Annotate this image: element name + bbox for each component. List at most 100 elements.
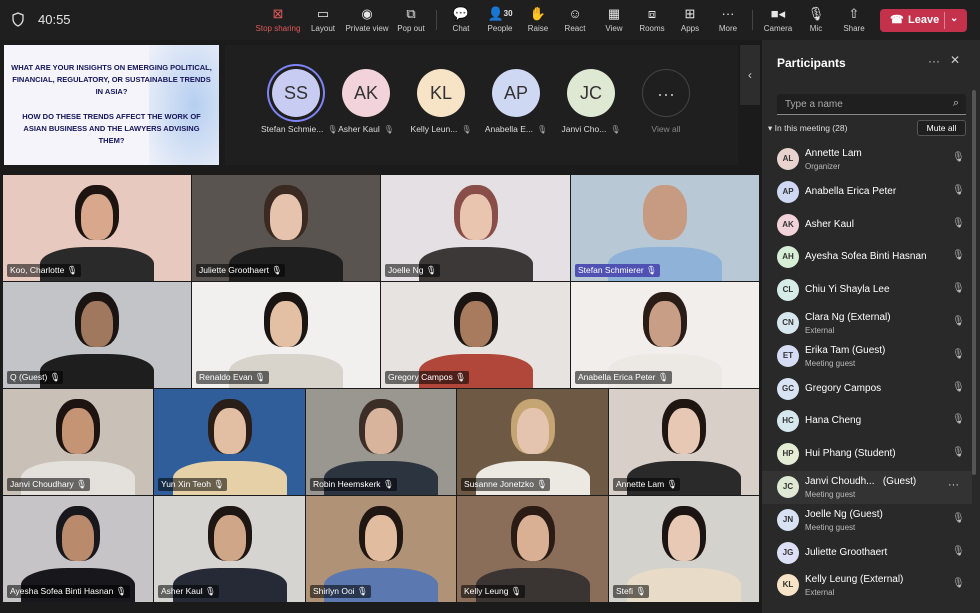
- video-tile[interactable]: Stefi 🎙: [609, 496, 759, 602]
- participant-avatar[interactable]: AK Asher Kaul 🎙: [331, 69, 401, 134]
- participant-row[interactable]: CN Clara Ng (External) External 🎙: [762, 307, 972, 340]
- mic-off-icon: 🎙: [455, 372, 466, 382]
- mic-off-icon[interactable]: 🎙: [952, 218, 965, 229]
- participant-face: [81, 194, 113, 240]
- video-tile[interactable]: Yun Xin Teoh 🎙: [154, 389, 305, 495]
- more-options-icon[interactable]: ···: [928, 54, 940, 68]
- participant-avatar[interactable]: JC Janvi Cho... 🎙: [556, 69, 626, 134]
- avatar-name: Stefan Schmie... 🎙: [261, 124, 338, 134]
- tile-name-label: Koo, Charlotte 🎙: [7, 264, 81, 277]
- participant-row[interactable]: AL Annette Lam Organizer 🎙: [762, 143, 972, 176]
- video-tile[interactable]: Stefan Schmierer 🎙: [571, 175, 759, 281]
- video-tile[interactable]: Anabella Erica Peter 🎙: [571, 282, 759, 388]
- avatar: JN: [777, 508, 799, 531]
- video-tile[interactable]: Annette Lam 🎙: [609, 389, 759, 495]
- more-options-icon[interactable]: ···: [948, 479, 959, 491]
- mic-off-icon: 🎙: [66, 265, 78, 275]
- mic-off-icon: 🎙: [666, 479, 678, 489]
- mic-off-icon: 🎙: [461, 125, 472, 134]
- participant-name: Kelly Leung (External): [805, 574, 904, 586]
- participant-row[interactable]: JN Joelle Ng (Guest) Meeting guest 🎙: [762, 504, 972, 537]
- avatar-name: Asher Kaul 🎙: [338, 124, 394, 134]
- in-meeting-toggle[interactable]: ▾ In this meeting (28): [768, 123, 847, 134]
- video-tile[interactable]: Q (Guest) 🎙: [3, 282, 191, 388]
- tile-name-label: Ayesha Sofea Binti Hasnan 🎙: [7, 585, 130, 598]
- participant-face: [668, 408, 700, 454]
- participant-row[interactable]: JG Juliette Groothaert 🎙: [762, 537, 972, 570]
- participant-row[interactable]: CL Chiu Yi Shayla Lee 🎙: [762, 274, 972, 307]
- participant-row[interactable]: HP Hui Phang (Student) 🎙: [762, 438, 972, 471]
- video-tile[interactable]: Kelly Leung 🎙: [457, 496, 608, 602]
- chevron-down-icon[interactable]: ⌄: [950, 13, 958, 24]
- participant-search-input[interactable]: [785, 97, 940, 112]
- mic-off-icon[interactable]: 🎙: [952, 447, 965, 458]
- mic-off-icon[interactable]: 🎙: [952, 349, 965, 360]
- video-tile[interactable]: Renaldo Evan 🎙: [192, 282, 380, 388]
- share-button[interactable]: ⇧ Share: [827, 6, 881, 36]
- mic-off-icon[interactable]: 🎙: [952, 152, 965, 163]
- participant-row[interactable]: ET Erika Tam (Guest) Meeting guest 🎙: [762, 340, 972, 373]
- mic-off-icon[interactable]: 🎙: [952, 283, 965, 294]
- avatar: CN: [777, 312, 799, 334]
- chevron-left-icon: ‹: [748, 68, 752, 82]
- avatar: AK: [342, 69, 390, 117]
- mic-off-icon[interactable]: 🎙: [952, 546, 965, 557]
- search-icon[interactable]: ⌕: [953, 97, 959, 110]
- participant-name: Janvi Choudh... (Guest): [805, 476, 917, 487]
- mic-off-icon[interactable]: 🎙: [952, 513, 965, 524]
- participant-row[interactable]: GC Gregory Campos 🎙: [762, 373, 972, 406]
- avatar: JG: [777, 541, 799, 564]
- mic-off-icon[interactable]: 🎙: [952, 382, 965, 393]
- close-icon[interactable]: ✕: [950, 53, 960, 67]
- avatar: ET: [777, 344, 799, 367]
- pop-out-icon: ⧉: [406, 6, 416, 21]
- mic-off-icon[interactable]: 🎙: [952, 578, 965, 589]
- participant-row[interactable]: HC Hana Cheng 🎙: [762, 405, 972, 438]
- more-button[interactable]: ··· More: [701, 6, 755, 36]
- video-tile[interactable]: Joelle Ng 🎙: [381, 175, 570, 281]
- mic-off-icon[interactable]: 🎙: [952, 414, 965, 425]
- video-tile[interactable]: Ayesha Sofea Binti Hasnan 🎙: [3, 496, 153, 602]
- video-tile[interactable]: Janvi Choudhary 🎙: [3, 389, 153, 495]
- slide-question-2: How do these trends affect the work of A…: [22, 112, 201, 145]
- mic-off-icon: 🎙: [537, 125, 548, 134]
- participant-avatar[interactable]: SS Stefan Schmie... 🎙: [261, 69, 338, 134]
- mic-off-icon: 🎙: [213, 479, 225, 489]
- video-tile[interactable]: Susanne Jonetzko 🎙: [457, 389, 608, 495]
- participant-row[interactable]: AH Ayesha Sofea Binti Hasnan 🎙: [762, 241, 972, 274]
- video-tile[interactable]: Koo, Charlotte 🎙: [3, 175, 191, 281]
- video-tile[interactable]: Asher Kaul 🎙: [154, 496, 305, 602]
- participant-row[interactable]: AK Asher Kaul 🎙: [762, 209, 972, 242]
- tile-name-label: Asher Kaul 🎙: [158, 585, 219, 598]
- avatar: JC: [777, 476, 799, 498]
- collapse-strip-button[interactable]: ‹: [740, 45, 760, 105]
- video-tile[interactable]: Robin Heemskerk 🎙: [306, 389, 456, 495]
- tile-name-label: Kelly Leung 🎙: [461, 585, 525, 598]
- participant-name: Annette Lam: [805, 148, 862, 159]
- participant-row[interactable]: KL Kelly Leung (External) External 🎙: [762, 569, 972, 602]
- participant-avatar[interactable]: AP Anabella E... 🎙: [481, 69, 551, 134]
- participant-face: [62, 408, 94, 454]
- pop-out-button[interactable]: ⧉ Pop out: [384, 6, 438, 36]
- scrollbar[interactable]: [972, 90, 976, 475]
- video-tile[interactable]: Shirlyn Ooi 🎙: [306, 496, 456, 602]
- mute-all-button[interactable]: Mute all: [917, 120, 966, 136]
- panel-title: Participants: [777, 56, 846, 70]
- participant-row[interactable]: AP Anabella Erica Peter 🎙: [762, 176, 972, 209]
- mic-off-icon[interactable]: 🎙: [952, 250, 965, 261]
- avatar-name: Anabella E... 🎙: [484, 124, 548, 134]
- participant-avatar[interactable]: KL Kelly Leun... 🎙: [406, 69, 476, 134]
- mic-off-icon[interactable]: 🎙: [952, 185, 965, 196]
- video-tile[interactable]: Gregory Campos 🎙: [381, 282, 570, 388]
- tile-name-label: Janvi Choudhary 🎙: [7, 478, 90, 491]
- avatar: AL: [777, 148, 799, 170]
- video-tile[interactable]: Juliette Groothaert 🎙: [192, 175, 380, 281]
- participant-row[interactable]: JC Janvi Choudh... (Guest) Meeting guest ··…: [762, 471, 972, 504]
- view-all-button[interactable]: ··· View all: [631, 69, 701, 134]
- mic-off-icon[interactable]: 🎙: [952, 316, 965, 327]
- mic-off-icon: 🎙: [115, 586, 127, 596]
- participant-role: Meeting guest: [805, 358, 856, 368]
- ellipsis-icon: ···: [721, 6, 735, 21]
- leave-button[interactable]: ☎ Leave ⌄: [880, 9, 967, 32]
- avatar: SS: [272, 69, 320, 117]
